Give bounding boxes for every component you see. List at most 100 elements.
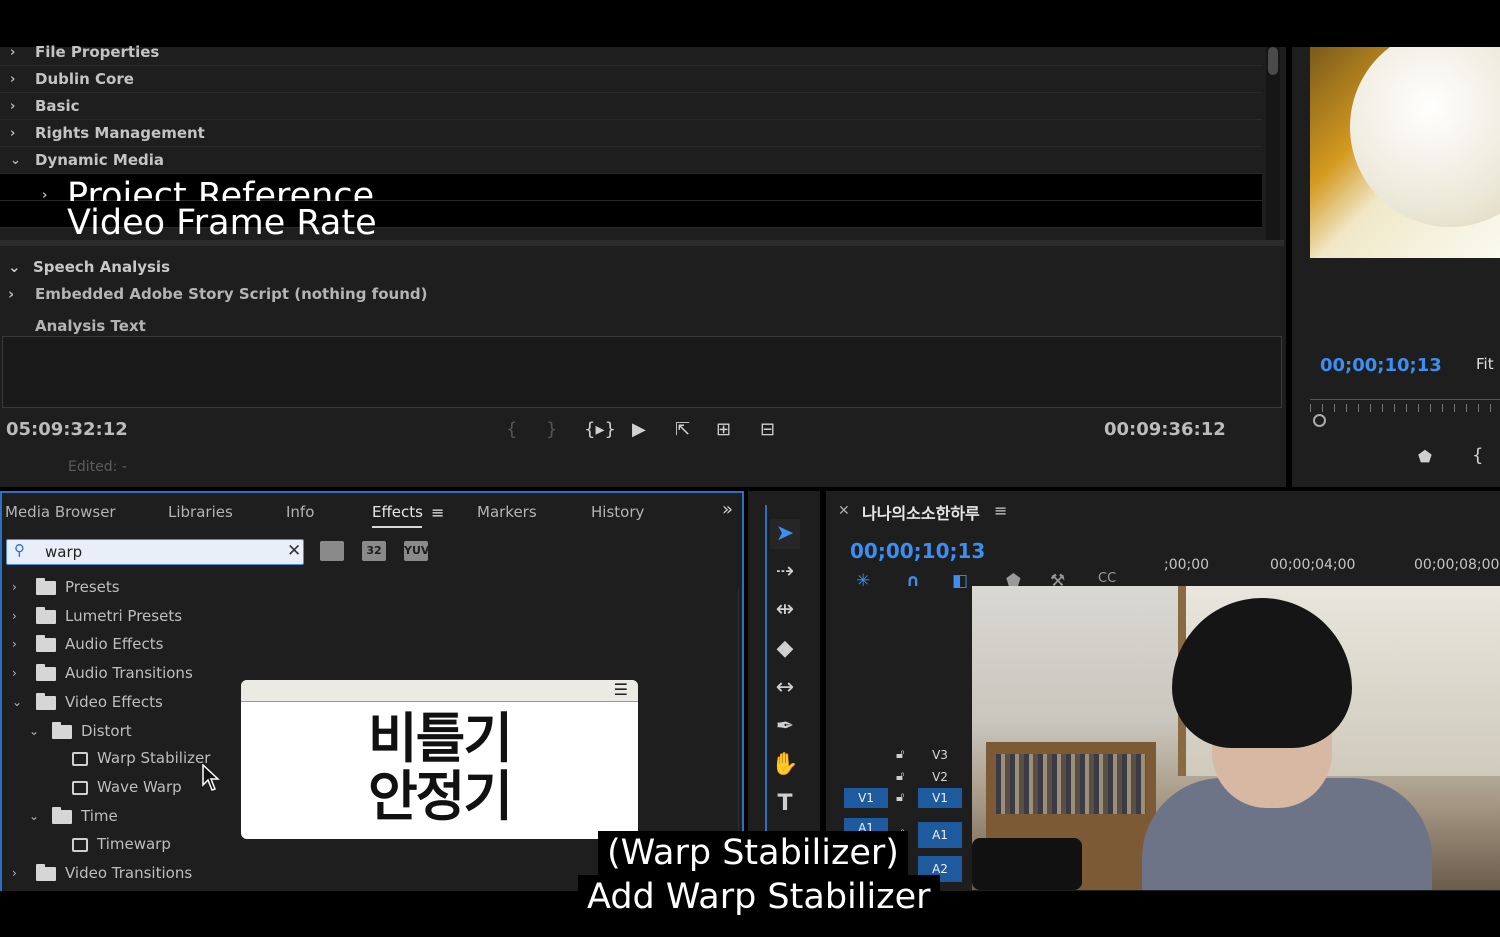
tree-item-label: Audio Effects bbox=[65, 635, 164, 653]
ripple-edit-tool-icon[interactable]: ⇹ bbox=[770, 595, 800, 625]
playhead-icon[interactable] bbox=[1313, 414, 1326, 427]
meta-row-file-properties[interactable]: › File Properties bbox=[0, 39, 1262, 66]
track-label[interactable]: A1 bbox=[918, 822, 962, 848]
person-hair bbox=[1172, 598, 1352, 748]
marker-icon[interactable]: ⬟ bbox=[1418, 447, 1432, 466]
chevron-right-icon: › bbox=[10, 72, 16, 87]
tab-history[interactable]: History bbox=[591, 503, 644, 521]
timeline-timecode[interactable]: 00;00;10;13 bbox=[850, 539, 985, 563]
webcam-person bbox=[1142, 598, 1432, 890]
meta-row-rights-management[interactable]: › Rights Management bbox=[0, 120, 1262, 147]
chevron-right-icon: › bbox=[12, 866, 17, 880]
analysis-text-box[interactable] bbox=[2, 336, 1282, 408]
popup-title-bar[interactable]: ☰ bbox=[241, 680, 638, 702]
meta-row-label: Video Frame Rate bbox=[67, 203, 377, 243]
insert-icon[interactable]: ⊞ bbox=[716, 419, 731, 440]
type-tool-icon[interactable]: T bbox=[770, 789, 800, 819]
embedded-script-row[interactable]: Embedded Adobe Story Script (nothing fou… bbox=[35, 285, 427, 303]
linked-selection-icon[interactable]: ◧ bbox=[952, 571, 968, 591]
folder-icon bbox=[36, 693, 56, 710]
tab-info[interactable]: Info bbox=[286, 503, 314, 521]
metadata-panel: › File Properties › Dublin Core › Basic … bbox=[0, 43, 1286, 487]
source-patch-v1[interactable]: V1 bbox=[844, 788, 888, 808]
tree-item-label: Warp Stabilizer bbox=[97, 749, 211, 767]
program-video-frame[interactable] bbox=[1310, 47, 1500, 258]
panel-menu-icon[interactable]: ≡ bbox=[994, 501, 1007, 520]
overwrite-icon[interactable]: ⊟ bbox=[760, 419, 775, 440]
razor-tool-icon[interactable]: ◆ bbox=[770, 634, 800, 664]
program-timecode[interactable]: 00;00;10;13 bbox=[1320, 355, 1442, 376]
track-label[interactable]: V2 bbox=[918, 767, 962, 787]
track-row-v3[interactable]: 🔓︎ V3 bbox=[826, 745, 971, 765]
tabs-overflow-icon[interactable]: » bbox=[722, 499, 733, 520]
preset-folder-icon bbox=[36, 607, 56, 624]
program-ruler[interactable] bbox=[1310, 399, 1500, 413]
mark-out-icon[interactable]: } bbox=[546, 419, 557, 440]
tab-media-browser[interactable]: Media Browser bbox=[5, 503, 116, 521]
slip-tool-icon[interactable]: ↔ bbox=[770, 673, 800, 703]
in-timecode[interactable]: 05:09:32:12 bbox=[6, 419, 128, 440]
meta-row-basic[interactable]: › Basic bbox=[0, 93, 1262, 120]
translation-popup: ☰ 비틀기 안정기 bbox=[241, 680, 638, 839]
effects-search-field[interactable]: ⚲ ✕ bbox=[6, 539, 304, 565]
track-row-v1[interactable]: V1 🔓︎ V1 bbox=[826, 788, 971, 808]
chevron-right-icon: › bbox=[12, 580, 17, 594]
snap-icon[interactable]: ∩ bbox=[906, 571, 920, 591]
panel-menu-icon[interactable]: ≡ bbox=[431, 503, 444, 522]
panel-divider[interactable] bbox=[0, 240, 1284, 246]
hand-tool-icon[interactable]: ✋ bbox=[770, 750, 800, 780]
track-label[interactable]: V3 bbox=[918, 745, 962, 765]
subtitle-line-2: Add Warp Stabilizer bbox=[578, 875, 940, 919]
nest-toggle-icon[interactable]: ✳ bbox=[856, 571, 870, 591]
tab-markers[interactable]: Markers bbox=[477, 503, 537, 521]
tree-item-label: Distort bbox=[81, 722, 132, 740]
meta-row-label: Dynamic Media bbox=[35, 151, 165, 169]
active-tab-indicator bbox=[372, 526, 422, 528]
meta-row-dublin-core[interactable]: › Dublin Core bbox=[0, 66, 1262, 93]
effect-icon bbox=[72, 838, 88, 852]
clear-search-icon[interactable]: ✕ bbox=[287, 541, 301, 561]
ruler-label: ;00;00 bbox=[1164, 557, 1210, 573]
tree-item-label: Video Effects bbox=[65, 693, 163, 711]
meta-row-video-frame-rate[interactable]: Video Frame Rate bbox=[0, 201, 1262, 243]
menu-icon[interactable]: ☰ bbox=[614, 680, 628, 699]
mark-in-icon[interactable]: { bbox=[1472, 445, 1483, 466]
metadata-scrollbar[interactable] bbox=[1266, 47, 1280, 242]
popup-text: 비틀기 안정기 bbox=[241, 710, 638, 826]
captions-icon[interactable]: CC bbox=[1098, 571, 1116, 586]
folder-icon bbox=[36, 664, 56, 681]
chevron-down-icon: ⌄ bbox=[12, 695, 23, 709]
tree-item-label: Timewarp bbox=[97, 835, 171, 853]
mark-in-icon[interactable]: { bbox=[506, 419, 517, 440]
lock-icon[interactable]: 🔓︎ bbox=[896, 769, 904, 784]
32bit-effects-icon[interactable]: 32 bbox=[362, 541, 386, 561]
yuv-effects-icon[interactable]: YUV bbox=[404, 541, 429, 561]
loop-icon[interactable]: ⇱ bbox=[675, 419, 690, 440]
zoom-select[interactable]: Fit bbox=[1476, 355, 1494, 373]
track-row-v2[interactable]: 🔓︎ V2 bbox=[826, 767, 971, 787]
pen-tool-icon[interactable]: ✒ bbox=[770, 712, 800, 742]
meta-row-label: Basic bbox=[35, 97, 80, 115]
go-to-in-icon[interactable]: {▸} bbox=[584, 419, 616, 440]
lock-icon[interactable]: 🔓︎ bbox=[896, 790, 904, 805]
accelerated-effects-icon[interactable] bbox=[320, 541, 344, 561]
meta-row-project-reference[interactable]: › Project Reference bbox=[0, 174, 1262, 216]
track-label[interactable]: V1 bbox=[918, 788, 962, 808]
tab-libraries[interactable]: Libraries bbox=[168, 503, 233, 521]
selection-tool-icon[interactable]: ➤ bbox=[770, 519, 800, 549]
metadata-scroll-thumb[interactable] bbox=[1268, 47, 1278, 75]
speech-analysis-chevron[interactable]: ⌄ bbox=[8, 258, 21, 276]
play-icon[interactable]: ▶ bbox=[632, 419, 646, 440]
sequence-tab[interactable]: 나나의소소한하루 bbox=[862, 500, 980, 524]
tree-item-label: Video Transitions bbox=[65, 864, 193, 882]
close-icon[interactable]: ✕ bbox=[838, 503, 850, 519]
chevron-right-icon[interactable]: › bbox=[8, 285, 14, 303]
chevron-right-icon: › bbox=[10, 126, 16, 141]
chevron-down-icon: ⌄ bbox=[10, 153, 21, 168]
lock-icon[interactable]: 🔓︎ bbox=[896, 747, 904, 762]
search-input[interactable] bbox=[45, 543, 275, 561]
tab-effects[interactable]: Effects bbox=[372, 503, 423, 521]
track-select-tool-icon[interactable]: ⇢ bbox=[770, 557, 800, 587]
source-patch-a1[interactable]: A1 bbox=[844, 818, 888, 835]
meta-row-dynamic-media[interactable]: ⌄ Dynamic Media bbox=[0, 147, 1262, 174]
